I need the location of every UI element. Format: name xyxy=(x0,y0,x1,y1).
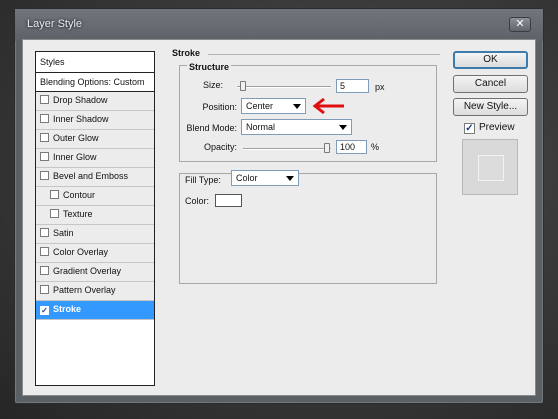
checkbox[interactable] xyxy=(50,190,59,199)
checkbox[interactable] xyxy=(40,114,49,123)
annotation-arrow-icon xyxy=(312,97,344,115)
cancel-button[interactable]: Cancel xyxy=(453,75,528,93)
style-item-color-overlay[interactable]: Color Overlay xyxy=(36,244,154,263)
checkbox[interactable] xyxy=(40,152,49,161)
chevron-down-icon xyxy=(339,125,347,130)
preview-swatch xyxy=(478,155,504,181)
opacity-label: Opacity: xyxy=(203,142,237,152)
blend-mode-label: Blend Mode: xyxy=(186,123,237,133)
chevron-down-icon xyxy=(293,104,301,109)
blend-mode-value: Normal xyxy=(246,122,276,132)
checkbox[interactable] xyxy=(50,209,59,218)
preview-checkbox[interactable]: ✓ xyxy=(464,123,475,134)
size-slider-thumb[interactable] xyxy=(240,81,246,91)
layer-style-dialog: Layer Style ✕ Styles Blending Options: C… xyxy=(14,8,544,404)
styles-header[interactable]: Styles xyxy=(36,52,154,73)
style-item-contour[interactable]: Contour xyxy=(36,187,154,206)
stroke-color-swatch[interactable] xyxy=(215,194,242,207)
size-input[interactable]: 5 xyxy=(336,79,369,93)
size-slider-track[interactable] xyxy=(237,86,331,88)
group-divider xyxy=(208,54,440,55)
style-item-pattern-overlay[interactable]: Pattern Overlay xyxy=(36,282,154,301)
opacity-slider-thumb[interactable] xyxy=(324,143,330,153)
fill-type-value: Color xyxy=(236,173,258,183)
dialog-content: Styles Blending Options: Custom Drop Sha… xyxy=(22,39,536,396)
blending-options-item[interactable]: Blending Options: Custom xyxy=(36,73,154,92)
fill-type-select[interactable]: Color xyxy=(231,170,299,186)
checkbox[interactable] xyxy=(40,247,49,256)
opacity-unit: % xyxy=(371,142,380,152)
preview-thumbnail xyxy=(462,139,518,195)
position-select[interactable]: Center xyxy=(241,98,306,114)
color-label: Color: xyxy=(185,196,210,206)
new-style-button[interactable]: New Style... xyxy=(453,98,528,116)
checkbox[interactable] xyxy=(40,95,49,104)
checkbox[interactable] xyxy=(40,266,49,275)
size-unit: px xyxy=(375,82,385,92)
style-item-inner-glow[interactable]: Inner Glow xyxy=(36,149,154,168)
style-item-gradient-overlay[interactable]: Gradient Overlay xyxy=(36,263,154,282)
style-item-bevel-emboss[interactable]: Bevel and Emboss xyxy=(36,168,154,187)
fill-frame xyxy=(179,173,437,284)
opacity-slider-track[interactable] xyxy=(243,148,331,150)
style-item-satin[interactable]: Satin xyxy=(36,225,154,244)
fill-type-label: Fill Type: xyxy=(185,175,221,185)
position-value: Center xyxy=(246,101,274,111)
dialog-title: Layer Style xyxy=(27,18,83,30)
style-item-stroke[interactable]: ✓ Stroke xyxy=(36,301,154,320)
preview-label: Preview xyxy=(479,122,515,133)
opacity-input[interactable]: 100 xyxy=(336,140,367,154)
position-label: Position: xyxy=(202,102,237,112)
style-item-inner-shadow[interactable]: Inner Shadow xyxy=(36,111,154,130)
close-button[interactable]: ✕ xyxy=(509,17,531,32)
checkbox[interactable] xyxy=(40,285,49,294)
checkbox[interactable] xyxy=(40,133,49,142)
style-item-drop-shadow[interactable]: Drop Shadow xyxy=(36,92,154,111)
structure-title: Structure xyxy=(187,62,232,72)
checkbox-checked[interactable]: ✓ xyxy=(40,306,49,315)
title-bar[interactable]: Layer Style ✕ xyxy=(15,9,543,41)
chevron-down-icon xyxy=(286,176,294,181)
stroke-group-title: Stroke xyxy=(172,48,201,58)
preview-toggle[interactable]: ✓ Preview xyxy=(464,122,515,134)
style-item-texture[interactable]: Texture xyxy=(36,206,154,225)
styles-list: Styles Blending Options: Custom Drop Sha… xyxy=(35,51,155,386)
blend-mode-select[interactable]: Normal xyxy=(241,119,352,135)
size-label: Size: xyxy=(202,80,223,90)
ok-button[interactable]: OK xyxy=(453,51,528,69)
style-item-outer-glow[interactable]: Outer Glow xyxy=(36,130,154,149)
checkbox[interactable] xyxy=(40,228,49,237)
checkbox[interactable] xyxy=(40,171,49,180)
